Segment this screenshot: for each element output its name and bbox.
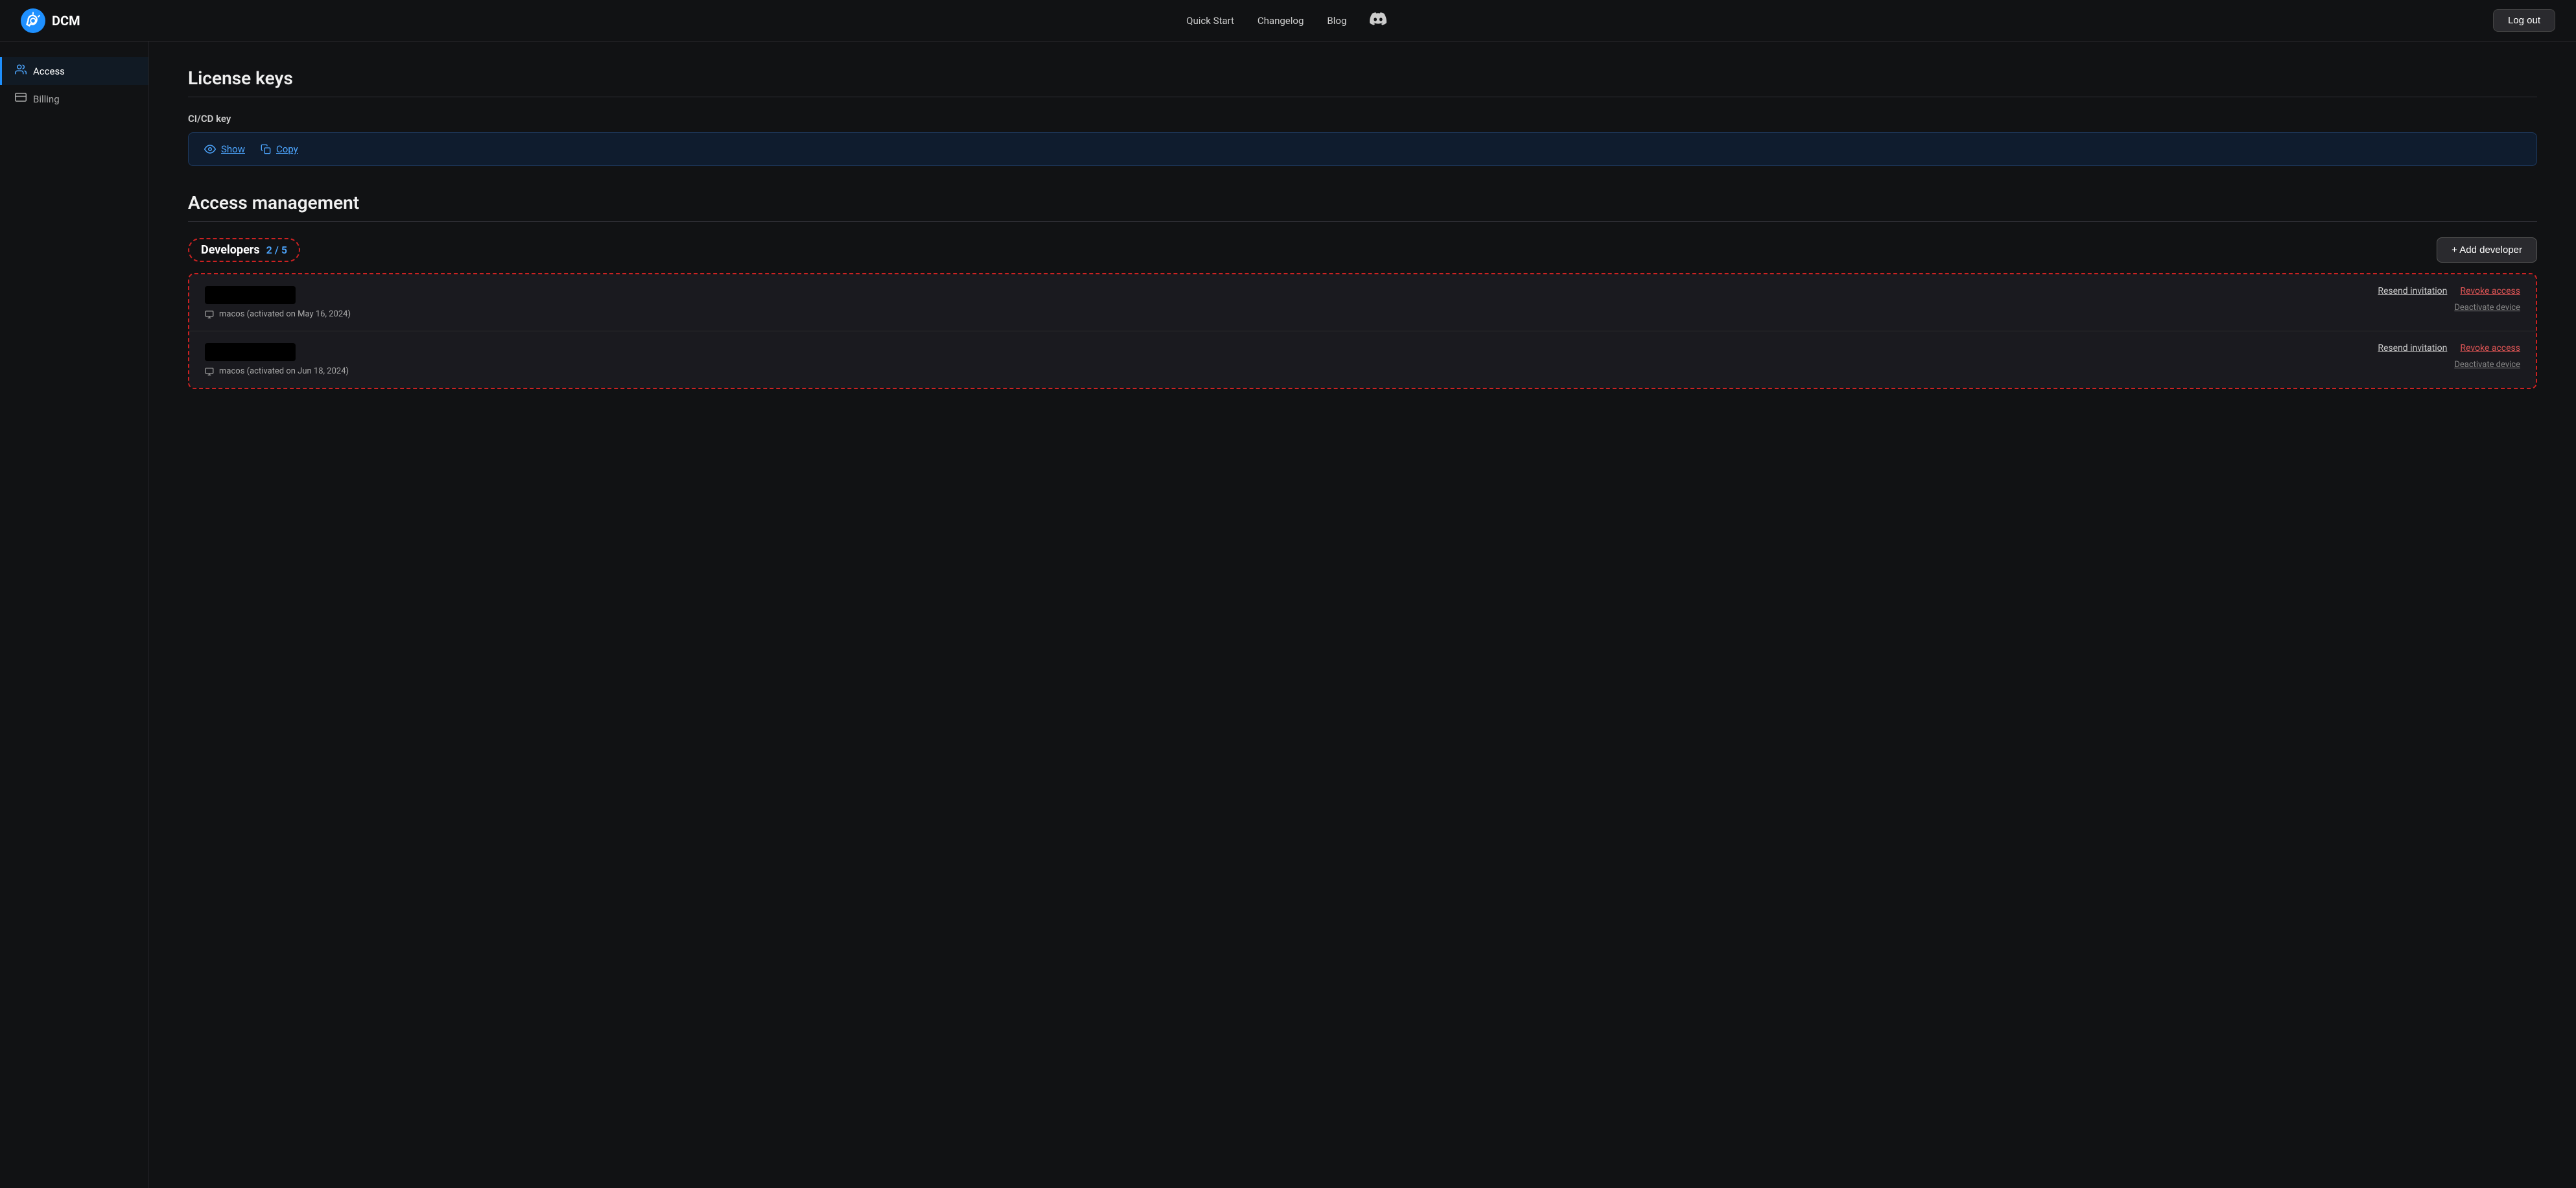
dev-actions-1: Resend invitation Revoke access Deactiva… [2378,286,2520,313]
access-icon [15,64,27,78]
dev-info-2: macos (activated on Jun 18, 2024) [205,343,349,376]
access-management-title: Access management [188,192,2537,213]
header: DCM Quick Start Changelog Blog Log out [0,0,2576,42]
discord-icon[interactable] [1370,10,1387,31]
show-label: Show [221,143,245,155]
copy-label: Copy [276,143,298,155]
sidebar-item-billing[interactable]: Billing [0,85,148,113]
dev-device-1: macos (activated on May 16, 2024) [205,309,351,319]
access-management-section: Access management Developers 2 / 5 + Add… [188,192,2537,389]
deactivate-device-button-1[interactable]: Deactivate device [2454,303,2520,313]
table-row: macos (activated on May 16, 2024) Resend… [189,274,2536,331]
header-nav: Quick Start Changelog Blog [1186,10,1387,31]
resend-invitation-button-1[interactable]: Resend invitation [2378,286,2447,296]
copy-icon [261,144,271,154]
dev-device-label-2: macos (activated on Jun 18, 2024) [219,366,349,376]
dev-actions-top-1: Resend invitation Revoke access [2378,286,2520,296]
dev-device-2: macos (activated on Jun 18, 2024) [205,366,349,376]
resend-invitation-button-2[interactable]: Resend invitation [2378,343,2447,353]
developers-label: Developers [201,243,260,257]
show-button[interactable]: Show [204,143,245,155]
sidebar-item-access[interactable]: Access [0,57,148,85]
revoke-access-button-1[interactable]: Revoke access [2460,286,2520,296]
sidebar: Access Billing [0,42,149,1188]
revoke-access-button-2[interactable]: Revoke access [2460,343,2520,353]
dev-name-redacted-1 [205,286,296,304]
nav-quick-start[interactable]: Quick Start [1186,15,1234,27]
dev-device-label-1: macos (activated on May 16, 2024) [219,309,351,319]
logout-button[interactable]: Log out [2493,9,2555,32]
monitor-icon-2 [205,367,214,376]
logo-text: DCM [52,13,80,29]
dev-actions-top-2: Resend invitation Revoke access [2378,343,2520,353]
eye-icon [204,143,216,155]
table-row: macos (activated on Jun 18, 2024) Resend… [189,331,2536,388]
sidebar-billing-label: Billing [33,93,60,105]
billing-icon [15,91,27,106]
sidebar-access-label: Access [33,65,65,77]
header-left: DCM [21,8,80,33]
developers-header: Developers 2 / 5 + Add developer [188,237,2537,263]
developers-count: 2 / 5 [266,244,287,256]
layout: Access Billing License keys CI/CD key [0,42,2576,1188]
cicd-key-label: CI/CD key [188,113,2537,125]
dev-info-1: macos (activated on May 16, 2024) [205,286,351,319]
cicd-key-box: Show Copy [188,132,2537,166]
developers-list: macos (activated on May 16, 2024) Resend… [188,273,2537,389]
monitor-icon-1 [205,310,214,319]
main-content: License keys CI/CD key Show Copy Access [149,42,2576,1188]
add-developer-button[interactable]: + Add developer [2437,237,2537,263]
access-divider [188,221,2537,222]
nav-changelog[interactable]: Changelog [1258,15,1304,27]
developers-title-box: Developers 2 / 5 [188,238,300,262]
dcm-logo-icon [21,8,45,33]
copy-button[interactable]: Copy [261,143,298,155]
dev-actions-2: Resend invitation Revoke access Deactiva… [2378,343,2520,370]
deactivate-device-button-2[interactable]: Deactivate device [2454,360,2520,370]
license-keys-title: License keys [188,67,2537,89]
dev-name-redacted-2 [205,343,296,361]
nav-blog[interactable]: Blog [1327,15,1346,27]
